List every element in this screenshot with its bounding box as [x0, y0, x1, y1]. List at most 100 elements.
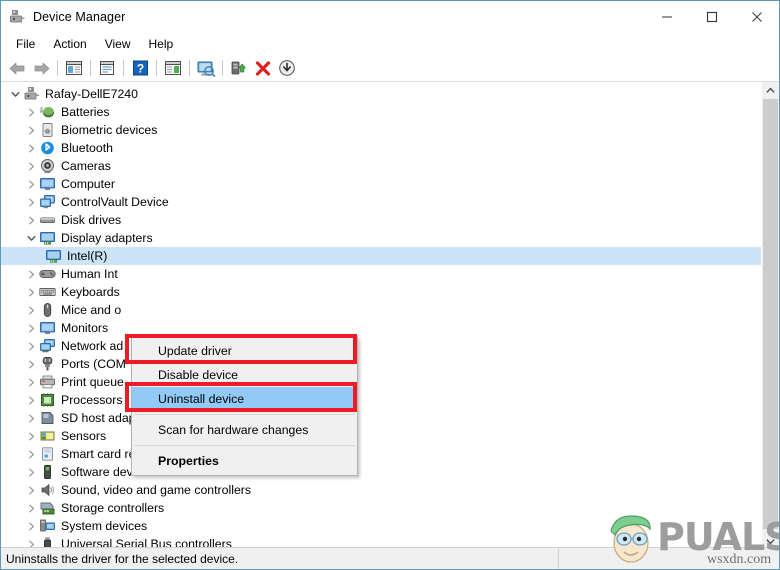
chevron-right-icon[interactable]	[23, 176, 39, 192]
tree-item-storage-controllers[interactable]: Storage controllers	[1, 499, 762, 517]
network-adapter-icon	[39, 338, 56, 354]
dual-monitor-icon	[39, 194, 56, 210]
chevron-right-icon[interactable]	[23, 428, 39, 444]
tree-item-disk-drives[interactable]: Disk drives	[1, 211, 762, 229]
update-driver-icon[interactable]	[227, 57, 251, 79]
chevron-right-icon[interactable]	[23, 356, 39, 372]
tree-item-sound-video-game-controllers[interactable]: Sound, video and game controllers	[1, 481, 762, 499]
tree-item-monitors[interactable]: Monitors	[1, 319, 762, 337]
show-hide-console-tree-icon[interactable]	[62, 57, 86, 79]
context-menu-item-scan-for-hardware-changes[interactable]: Scan for hardware changes	[132, 418, 357, 442]
uninstall-device-icon[interactable]	[251, 57, 275, 79]
tree-item-batteries[interactable]: Batteries	[1, 103, 762, 121]
tree-item-label: Mice and o	[61, 303, 122, 317]
tree-item-print-queues[interactable]: Print queue	[1, 373, 762, 391]
tree-item-label: Keyboards	[61, 285, 120, 299]
tree-item-smart-card-readers[interactable]: Smart card readers	[1, 445, 762, 463]
chevron-right-icon[interactable]	[23, 410, 39, 426]
tree-item-sensors[interactable]: Sensors	[1, 427, 762, 445]
chevron-right-icon[interactable]	[23, 302, 39, 318]
system-device-icon	[39, 518, 56, 534]
back-icon[interactable]	[5, 57, 29, 79]
toolbar: ?	[1, 55, 779, 82]
help-icon[interactable]: ?	[128, 57, 152, 79]
chevron-right-icon[interactable]	[23, 374, 39, 390]
tree-item-system-devices[interactable]: System devices	[1, 517, 762, 535]
tree-item-label: Display adapters	[61, 231, 153, 245]
tree-item-bluetooth[interactable]: Bluetooth	[1, 139, 762, 157]
tree-item-mice-and-other-pointing-devices[interactable]: Mice and o	[1, 301, 762, 319]
device-tree[interactable]: Rafay-DellE7240 Batteries Biometric devi…	[1, 82, 762, 550]
chevron-right-icon[interactable]	[23, 140, 39, 156]
scroll-up-button[interactable]	[762, 82, 779, 99]
device-tree-panel: Rafay-DellE7240 Batteries Biometric devi…	[1, 82, 779, 550]
context-menu-item-properties[interactable]: Properties	[132, 449, 357, 473]
tree-item-intel-display-adapter[interactable]: Intel(R)	[1, 247, 762, 265]
context-menu-item-uninstall-device[interactable]: Uninstall device	[132, 387, 357, 411]
tree-item-human-interface-devices[interactable]: Human Int	[1, 265, 762, 283]
tree-item-biometric-devices[interactable]: Biometric devices	[1, 121, 762, 139]
chevron-right-icon[interactable]	[23, 158, 39, 174]
menu-view[interactable]: View	[96, 34, 140, 54]
chevron-right-icon[interactable]	[23, 104, 39, 120]
scan-for-hardware-changes-icon[interactable]	[194, 57, 218, 79]
menu-help[interactable]: Help	[140, 34, 183, 54]
chevron-down-icon[interactable]	[7, 86, 23, 102]
maximize-button[interactable]	[689, 1, 734, 32]
tree-item-label: Processors	[61, 393, 123, 407]
chevron-right-icon[interactable]	[23, 482, 39, 498]
chevron-down-icon[interactable]	[23, 230, 39, 246]
disable-device-icon[interactable]	[275, 57, 299, 79]
tree-item-label: Rafay-DellE7240	[45, 87, 138, 101]
toolbar-separator	[222, 60, 223, 76]
chevron-right-icon[interactable]	[23, 194, 39, 210]
sensor-icon	[39, 428, 56, 444]
chevron-right-icon[interactable]	[23, 266, 39, 282]
close-button[interactable]	[734, 1, 779, 32]
vertical-scrollbar[interactable]	[761, 82, 779, 550]
chevron-right-icon[interactable]	[23, 122, 39, 138]
context-menu[interactable]: Update driver Disable device Uninstall d…	[131, 336, 358, 476]
software-device-icon	[39, 464, 56, 480]
context-menu-item-disable-device[interactable]: Disable device	[132, 363, 357, 387]
chevron-right-icon[interactable]	[23, 464, 39, 480]
forward-icon[interactable]	[29, 57, 53, 79]
tree-item-label: Biometric devices	[61, 123, 158, 137]
tree-item-sd-host-adapters[interactable]: SD host adapters	[1, 409, 762, 427]
tree-item-software-devices[interactable]: Software devices	[1, 463, 762, 481]
tree-item-display-adapters[interactable]: Display adapters	[1, 229, 762, 247]
properties-icon[interactable]	[95, 57, 119, 79]
chevron-right-icon[interactable]	[23, 320, 39, 336]
chevron-right-icon[interactable]	[23, 500, 39, 516]
chevron-right-icon[interactable]	[23, 212, 39, 228]
tree-item-network-adapters[interactable]: Network ad	[1, 337, 762, 355]
tree-item-root[interactable]: Rafay-DellE7240	[1, 85, 762, 103]
menu-action[interactable]: Action	[44, 34, 95, 54]
tree-item-computer[interactable]: Computer	[1, 175, 762, 193]
menu-file[interactable]: File	[7, 34, 44, 54]
scrollbar-thumb[interactable]	[763, 99, 778, 529]
storage-controller-icon	[39, 500, 56, 516]
tree-item-label: Cameras	[61, 159, 111, 173]
context-menu-item-update-driver[interactable]: Update driver	[132, 339, 357, 363]
window-controls	[644, 1, 779, 32]
monitor-icon	[39, 320, 56, 336]
tree-item-cameras[interactable]: Cameras	[1, 157, 762, 175]
hid-icon	[39, 266, 56, 282]
show-hide-action-pane-icon[interactable]	[161, 57, 185, 79]
toolbar-separator	[90, 60, 91, 76]
tree-item-processors[interactable]: Processors	[1, 391, 762, 409]
tree-item-controlvault-device[interactable]: ControlVault Device	[1, 193, 762, 211]
tree-item-label: Bluetooth	[61, 141, 113, 155]
chevron-right-icon[interactable]	[23, 392, 39, 408]
tree-item-keyboards[interactable]: Keyboards	[1, 283, 762, 301]
minimize-button[interactable]	[644, 1, 689, 32]
smartcard-icon	[39, 446, 56, 462]
chevron-right-icon[interactable]	[23, 284, 39, 300]
chevron-right-icon[interactable]	[23, 338, 39, 354]
display-adapter-icon	[39, 230, 56, 246]
chevron-right-icon[interactable]	[23, 518, 39, 534]
chevron-right-icon[interactable]	[23, 446, 39, 462]
tree-item-ports[interactable]: Ports (COM	[1, 355, 762, 373]
toolbar-separator	[123, 60, 124, 76]
